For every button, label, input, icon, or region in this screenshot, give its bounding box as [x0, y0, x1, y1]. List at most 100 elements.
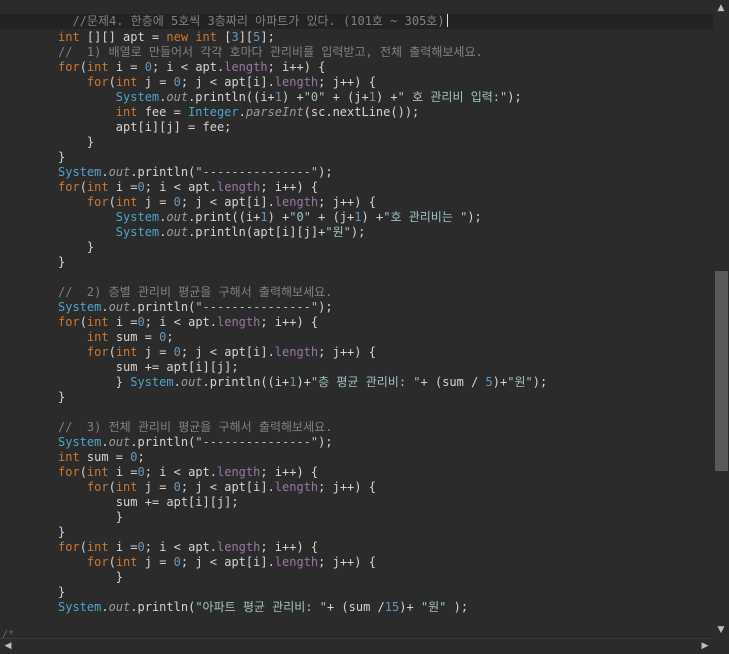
code-token: System	[115, 210, 160, 224]
code-line[interactable]: for(int j = 0; j < apt[i].length; j++) {	[0, 75, 713, 90]
scroll-down-icon[interactable]: ▼	[713, 622, 729, 638]
code-token: System	[58, 165, 102, 179]
code-token: 0	[173, 195, 181, 209]
code-token: ; j++) {	[318, 195, 376, 209]
code-token: [	[217, 30, 232, 44]
code-token: j =	[137, 555, 174, 569]
code-line[interactable]: System.out.println("---------------");	[0, 165, 713, 180]
code-line[interactable]: int [][] apt = new int [3][5];	[0, 30, 713, 45]
code-line[interactable]: // 2) 층별 관리비 평균을 구해서 출력해보세요.	[0, 285, 713, 300]
code-token: int	[86, 330, 109, 344]
code-editor[interactable]: //문제4. 한층에 5호씩 3층짜리 아파트가 있다. (101호 ~ 305…	[0, 0, 713, 638]
code-token: (	[108, 195, 116, 209]
code-line[interactable]: sum += apt[i][j];	[0, 360, 713, 375]
code-line[interactable]: for(int j = 0; j < apt[i].length; j++) {	[0, 195, 713, 210]
current-code-line[interactable]: //문제4. 한층에 5호씩 3층짜리 아파트가 있다. (101호 ~ 305…	[0, 14, 713, 29]
code-line[interactable]: for(int j = 0; j < apt[i].length; j++) {	[0, 480, 713, 495]
code-token: ; i < apt.	[151, 60, 225, 74]
code-line[interactable]: }	[0, 390, 713, 405]
code-token: length	[217, 180, 261, 194]
code-token: ; j < apt[i].	[180, 345, 275, 359]
code-line[interactable]: // 3) 전체 관리비 평균을 구해서 출력해보세요.	[0, 420, 713, 435]
code-token: "호 관리비는 "	[383, 210, 468, 224]
code-token: ; j < apt[i].	[180, 195, 275, 209]
code-text: }	[58, 255, 65, 270]
code-line[interactable]: int sum = 0;	[0, 330, 713, 345]
code-line[interactable]: for(int j = 0; j < apt[i].length; j++) {	[0, 345, 713, 360]
vertical-scroll-thumb[interactable]	[715, 271, 728, 471]
code-text: // 3) 전체 관리비 평균을 구해서 출력해보세요.	[58, 420, 332, 435]
code-line[interactable]: System.out.println((i+1) +"0" + (j+1) +"…	[0, 90, 713, 105]
code-line[interactable]: }	[0, 570, 713, 585]
vertical-scrollbar[interactable]: ▲ ▼	[713, 0, 729, 638]
code-text: //문제4. 한층에 5호씩 3층짜리 아파트가 있다. (101호 ~ 305…	[58, 14, 448, 29]
code-token: out	[166, 225, 189, 239]
code-line[interactable]: for(int i = 0; i < apt.length; i++) {	[0, 60, 713, 75]
code-line[interactable]: sum += apt[i][j];	[0, 495, 713, 510]
code-text: sum += apt[i][j];	[58, 495, 239, 510]
code-token: .println((i+	[202, 375, 290, 389]
code-token: i =	[108, 540, 138, 554]
code-token: (	[108, 75, 116, 89]
code-line[interactable]: } System.out.println((i+1)+"층 평균 관리비: "+…	[0, 375, 713, 390]
scroll-left-icon[interactable]: ◀	[0, 639, 16, 654]
code-text: System.out.println("---------------");	[58, 435, 333, 450]
code-line[interactable]: int fee = Integer.parseInt(sc.nextLine()…	[0, 105, 713, 120]
code-token: }	[58, 150, 66, 164]
code-token: fee =	[137, 105, 189, 119]
code-line[interactable]: for(int i =0; i < apt.length; i++) {	[0, 540, 713, 555]
scroll-right-icon[interactable]: ▶	[697, 639, 713, 654]
code-line[interactable]: }	[0, 240, 713, 255]
code-token: 1	[274, 90, 283, 104]
code-token: System	[130, 375, 174, 389]
code-text: System.out.println((i+1) +"0" + (j+1) +"…	[58, 90, 522, 105]
code-token: .println(	[130, 165, 196, 179]
code-token: System	[58, 300, 102, 314]
code-line[interactable]: }	[0, 135, 713, 150]
code-line[interactable]: for(int i =0; i < apt.length; i++) {	[0, 180, 713, 195]
code-text: int fee = Integer.parseInt(sc.nextLine()…	[58, 105, 419, 120]
code-line[interactable]: }	[0, 585, 713, 600]
code-token: for	[58, 180, 80, 194]
code-text: }	[58, 585, 65, 600]
code-token: j =	[137, 345, 174, 359]
code-token: "0"	[303, 90, 326, 104]
code-token: int	[58, 30, 80, 44]
code-text: int sum = 0;	[58, 330, 174, 345]
code-line[interactable]: for(int i =0; i < apt.length; i++) {	[0, 465, 713, 480]
code-line[interactable]: System.out.println(apt[i][j]+"원");	[0, 225, 713, 240]
code-line[interactable]: }	[0, 255, 713, 270]
code-text: System.out.println("---------------");	[58, 300, 333, 315]
code-text: int [][] apt = new int [3][5];	[58, 30, 275, 45]
code-line[interactable]: System.out.print((i+1) +"0" + (j+1) +"호 …	[0, 210, 713, 225]
code-token: int	[115, 555, 138, 569]
code-line[interactable]: for(int j = 0; j < apt[i].length; j++) {	[0, 555, 713, 570]
code-line[interactable]: apt[i][j] = fee;	[0, 120, 713, 135]
code-line[interactable]: }	[0, 510, 713, 525]
code-line[interactable]: for(int i =0; i < apt.length; i++) {	[0, 315, 713, 330]
code-line[interactable]: int sum = 0;	[0, 450, 713, 465]
code-token: (sc.nextLine());	[303, 105, 420, 119]
horizontal-scrollbar[interactable]: ◀ ▶	[0, 638, 713, 654]
code-token: "원"	[420, 600, 447, 614]
code-token: //문제4. 한층에 5호씩 3층짜리 아파트가 있다. (101호 ~ 305…	[72, 14, 445, 28]
code-token: Integer	[188, 105, 239, 119]
code-token: int	[86, 60, 109, 74]
code-line[interactable]: }	[0, 150, 713, 165]
code-line[interactable]: System.out.println("---------------");	[0, 435, 713, 450]
code-token: 1	[368, 90, 376, 104]
code-token: 1	[354, 210, 362, 224]
code-token: i =	[108, 180, 138, 194]
code-token: ; i < apt.	[144, 465, 217, 479]
scroll-up-icon[interactable]: ▲	[713, 0, 729, 16]
code-line[interactable]: System.out.println("아파트 평균 관리비: "+ (sum …	[0, 600, 713, 615]
code-line[interactable]: }	[0, 525, 713, 540]
code-line[interactable]: // 1) 배열로 만들어서 각각 호마다 관리비를 입력받고, 전체 출력해보…	[0, 45, 713, 60]
code-token: "---------------"	[195, 300, 319, 314]
code-token: out	[108, 435, 131, 449]
code-token: ;	[137, 450, 145, 464]
code-token: for	[86, 345, 109, 359]
code-token: for	[86, 480, 109, 494]
code-line[interactable]: System.out.println("---------------");	[0, 300, 713, 315]
